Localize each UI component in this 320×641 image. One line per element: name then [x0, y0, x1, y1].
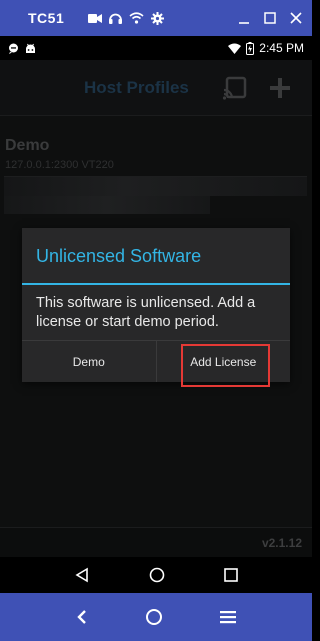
close-icon[interactable]: [290, 12, 302, 24]
minimize-icon[interactable]: [238, 12, 250, 24]
battery-icon: [246, 41, 255, 55]
video-camera-icon[interactable]: [88, 13, 103, 24]
device-name: TC51: [28, 10, 65, 26]
blurred-content: [4, 196, 210, 214]
host-nav-bar: [0, 593, 312, 641]
recents-icon[interactable]: [224, 568, 239, 582]
version-label: v2.1.12: [261, 536, 302, 550]
wifi-icon[interactable]: [129, 12, 144, 24]
host-status-icons: [88, 11, 165, 25]
highlight-box: [180, 344, 270, 387]
cast-icon[interactable]: [222, 76, 248, 102]
android-status-bar: 2:45 PM: [0, 36, 312, 60]
blurred-content: [4, 176, 307, 196]
dialog-divider: [22, 283, 290, 285]
emulator-title-bar: TC51: [0, 0, 312, 36]
menu-icon[interactable]: [219, 610, 236, 624]
headphones-icon[interactable]: [109, 12, 123, 24]
plus-icon[interactable]: [268, 76, 292, 100]
gear-icon[interactable]: [151, 11, 165, 25]
wifi-icon: [228, 43, 242, 54]
toolbar-title: Host Profiles: [84, 78, 189, 97]
app-footer: v2.1.12: [0, 527, 312, 557]
circle-home-icon[interactable]: [145, 608, 163, 626]
unlicensed-dialog: Unlicensed Software This software is unl…: [22, 228, 291, 387]
home-icon[interactable]: [149, 567, 165, 583]
dialog-buttons: Demo Add License: [22, 340, 291, 387]
notification-icons: [8, 43, 36, 54]
android-nav-bar: [0, 557, 312, 593]
add-license-button[interactable]: Add License: [155, 341, 291, 387]
dialog-title: Unlicensed Software: [36, 246, 202, 266]
profile-name: Demo: [5, 137, 50, 154]
back-icon[interactable]: [74, 567, 90, 583]
host-profile-item[interactable]: Demo 127.0.0.1:2300 VT220: [0, 132, 312, 218]
chevron-left-icon[interactable]: [76, 609, 88, 625]
chat-icon: [8, 43, 19, 54]
profile-detail: 127.0.0.1:2300 VT220: [5, 159, 114, 171]
demo-button[interactable]: Demo: [22, 341, 156, 382]
dialog-message: This software is unlicensed. Add a licen…: [36, 295, 256, 330]
clock: 2:45 PM: [259, 41, 304, 55]
system-status: 2:45 PM: [228, 41, 304, 55]
maximize-icon[interactable]: [264, 12, 276, 24]
window-controls: [238, 12, 302, 24]
toolbar: Host Profiles: [0, 60, 312, 116]
android-icon: [25, 43, 36, 54]
